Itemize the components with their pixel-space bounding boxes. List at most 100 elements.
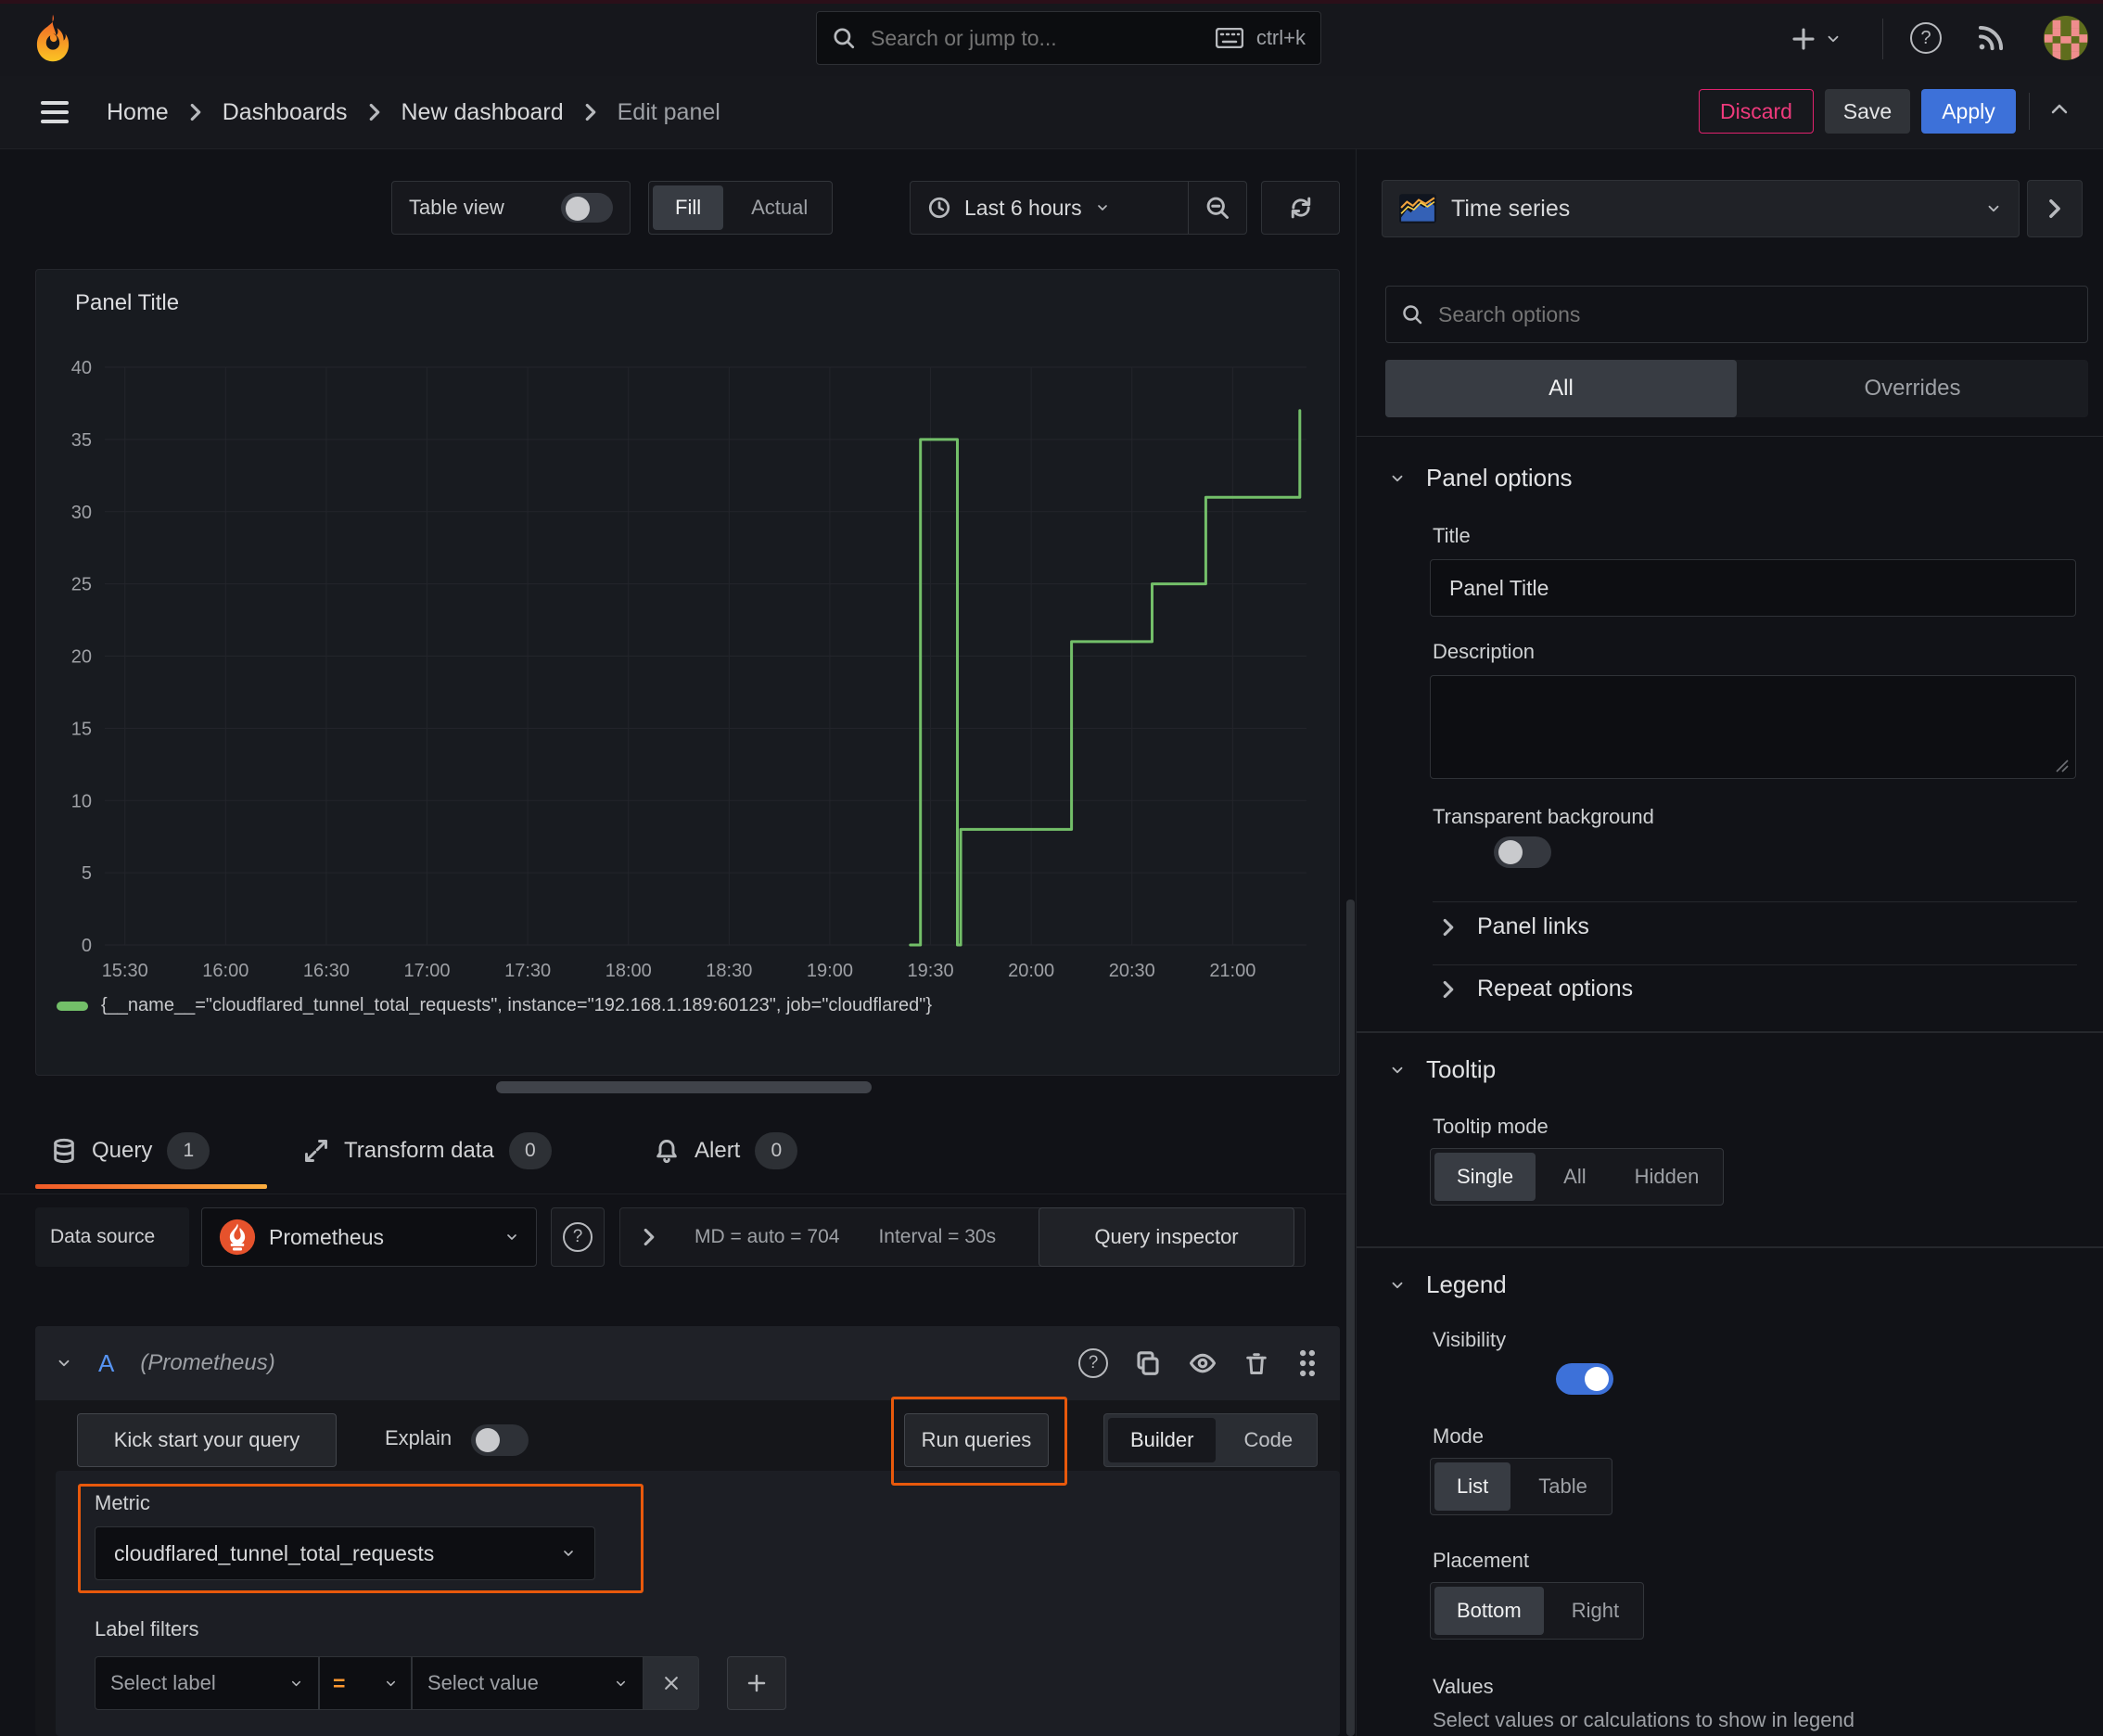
tooltip-hidden-option[interactable]: Hidden — [1611, 1153, 1724, 1201]
collapse-header-icon[interactable] — [2046, 98, 2073, 121]
topnav-divider — [1882, 19, 1883, 59]
repeat-options-header[interactable]: Repeat options — [1442, 976, 1633, 1002]
remove-filter-button[interactable] — [644, 1656, 699, 1710]
menu-icon[interactable] — [39, 98, 70, 126]
svg-text:20:00: 20:00 — [1008, 961, 1054, 981]
svg-text:15:30: 15:30 — [102, 961, 148, 981]
datasource-picker[interactable]: Prometheus — [201, 1207, 537, 1267]
chevron-right-icon[interactable] — [643, 1228, 656, 1246]
new-menu[interactable] — [1790, 20, 1842, 57]
breadcrumb-new-dashboard[interactable]: New dashboard — [401, 99, 564, 126]
resize-corner-icon[interactable] — [2055, 759, 2070, 773]
grafana-logo-icon[interactable] — [28, 13, 78, 63]
help-icon[interactable]: ? — [1910, 22, 1942, 54]
query-inspector-button[interactable]: Query inspector — [1039, 1207, 1294, 1267]
repeat-options-label: Repeat options — [1477, 976, 1634, 1002]
add-filter-button[interactable] — [727, 1656, 786, 1710]
save-button[interactable]: Save — [1825, 89, 1910, 134]
explain-toggle[interactable] — [471, 1424, 529, 1456]
select-label-placeholder: Select label — [110, 1671, 216, 1694]
select-value-dropdown[interactable]: Select value — [412, 1656, 644, 1710]
trash-icon[interactable] — [1243, 1349, 1269, 1377]
options-search[interactable] — [1385, 286, 2088, 343]
toggle-options-pane-button[interactable] — [2027, 180, 2083, 237]
panel-links-header[interactable]: Panel links — [1442, 913, 1589, 940]
tab-alert-count: 0 — [755, 1132, 798, 1169]
avatar[interactable] — [2044, 16, 2088, 60]
panel-title-input[interactable] — [1430, 559, 2076, 617]
refresh-button[interactable] — [1261, 181, 1340, 235]
section-divider — [1357, 1246, 2103, 1248]
svg-text:25: 25 — [71, 575, 92, 595]
visualization-picker[interactable]: Time series — [1382, 180, 2020, 237]
global-search[interactable]: ctrl+k — [816, 11, 1321, 65]
legend-list-option[interactable]: List — [1434, 1462, 1511, 1511]
builder-mode-option[interactable]: Builder — [1108, 1418, 1217, 1462]
tab-overrides[interactable]: Overrides — [1737, 360, 2088, 417]
actual-option[interactable]: Actual — [727, 185, 832, 230]
visualization-name: Time series — [1451, 195, 1571, 222]
legend-header[interactable]: Legend — [1389, 1270, 1507, 1299]
panel-options-header[interactable]: Panel options — [1389, 464, 1573, 492]
tab-transform[interactable]: Transform data 0 — [303, 1113, 552, 1189]
code-mode-option[interactable]: Code — [1219, 1418, 1317, 1462]
tab-alert[interactable]: Alert 0 — [654, 1113, 798, 1189]
legend-swatch[interactable] — [57, 1001, 88, 1011]
placement-right-option[interactable]: Right — [1548, 1587, 1643, 1635]
options-search-input[interactable] — [1436, 300, 2072, 328]
vertical-scrollbar[interactable] — [1346, 900, 1355, 1736]
tab-query[interactable]: Query 1 — [51, 1113, 210, 1189]
fill-option[interactable]: Fill — [653, 185, 724, 230]
svg-text:19:30: 19:30 — [908, 961, 954, 981]
kick-start-button[interactable]: Kick start your query — [77, 1413, 337, 1467]
search-input[interactable] — [869, 24, 1203, 52]
operator-dropdown[interactable]: = — [319, 1656, 412, 1710]
svg-text:35: 35 — [71, 430, 92, 451]
chevron-right-icon — [1443, 980, 1454, 998]
drag-handle-icon[interactable] — [1295, 1347, 1319, 1379]
search-icon — [832, 26, 856, 50]
tab-all[interactable]: All — [1385, 360, 1737, 417]
duplicate-icon[interactable] — [1134, 1349, 1162, 1377]
time-range-picker[interactable]: Last 6 hours — [911, 196, 1188, 221]
zoom-out-icon[interactable] — [1189, 182, 1246, 234]
breadcrumb-home[interactable]: Home — [107, 99, 169, 126]
legend-series-label[interactable]: {__name__="cloudflared_tunnel_total_requ… — [101, 995, 932, 1016]
discard-button[interactable]: Discard — [1699, 89, 1814, 134]
legend-table-option[interactable]: Table — [1514, 1462, 1612, 1511]
database-icon — [51, 1138, 77, 1164]
description-label: Description — [1433, 640, 1536, 663]
description-textarea[interactable] — [1430, 675, 2076, 779]
legend-visibility-toggle[interactable] — [1555, 1363, 1613, 1395]
transparent-bg-toggle[interactable] — [1494, 836, 1552, 868]
grafana-app: ctrl+k ? Home Dashboards New dashboard E… — [0, 0, 2103, 1736]
run-queries-button[interactable]: Run queries — [904, 1413, 1049, 1467]
news-rss-icon[interactable] — [1973, 20, 2008, 56]
query-row-header[interactable]: A (Prometheus) ? — [35, 1326, 1340, 1400]
apply-button[interactable]: Apply — [1921, 89, 2016, 134]
title-field-label: Title — [1433, 524, 1471, 547]
chevron-down-icon — [1825, 31, 1842, 47]
panel-resize-handle[interactable] — [496, 1081, 872, 1093]
panel-title[interactable]: Panel Title — [75, 290, 179, 316]
select-label-dropdown[interactable]: Select label — [95, 1656, 319, 1710]
tab-query-count: 1 — [167, 1132, 210, 1169]
breadcrumb-dashboards[interactable]: Dashboards — [223, 99, 348, 126]
options-tabs: All Overrides — [1385, 360, 2088, 417]
transparent-bg-label: Transparent background — [1433, 805, 1654, 828]
placement-bottom-option[interactable]: Bottom — [1434, 1587, 1544, 1635]
tooltip-header[interactable]: Tooltip — [1389, 1055, 1496, 1084]
datasource-help-button[interactable]: ? — [551, 1207, 605, 1267]
tab-query-label: Query — [92, 1138, 153, 1163]
tab-transform-count: 0 — [508, 1132, 552, 1169]
query-help-icon[interactable]: ? — [1078, 1348, 1108, 1378]
placement-label: Placement — [1433, 1549, 1529, 1572]
tooltip-all-option[interactable]: All — [1539, 1153, 1610, 1201]
svg-text:18:30: 18:30 — [706, 961, 752, 981]
tooltip-single-option[interactable]: Single — [1434, 1153, 1536, 1201]
interval-stat: Interval = 30s — [878, 1226, 997, 1247]
metric-select[interactable]: cloudflared_tunnel_total_requests — [95, 1526, 595, 1580]
clock-icon — [927, 196, 951, 220]
eye-icon[interactable] — [1188, 1349, 1217, 1377]
table-view-toggle[interactable] — [561, 193, 613, 223]
